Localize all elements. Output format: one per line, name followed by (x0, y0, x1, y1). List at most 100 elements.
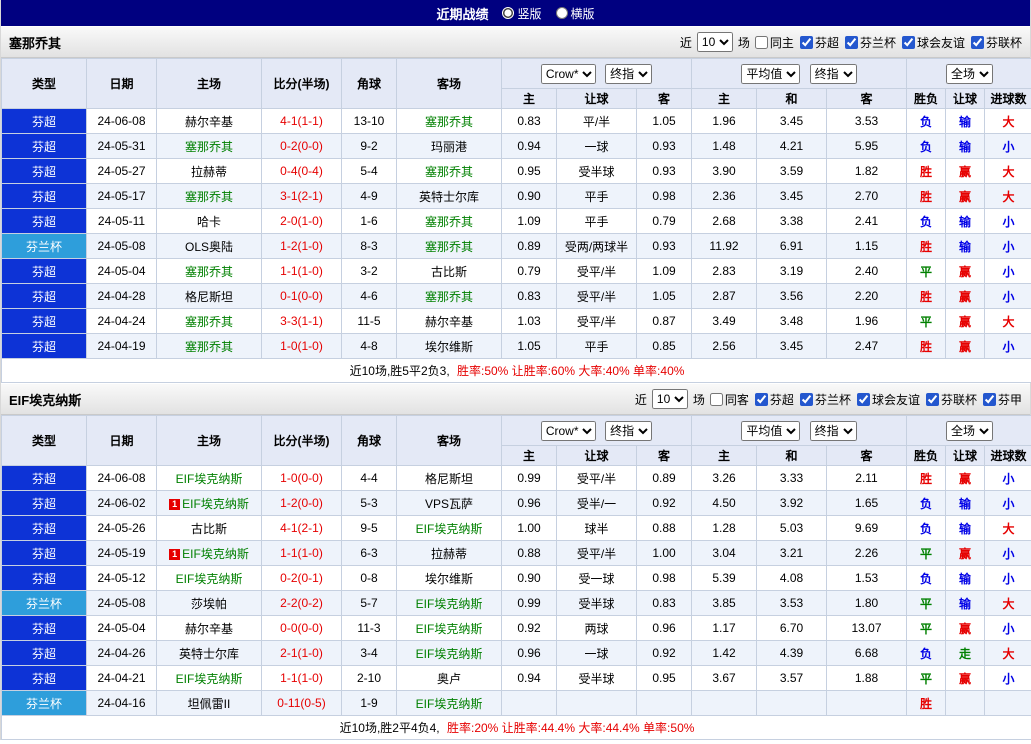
handicap-cell: 受平/半 (556, 258, 637, 284)
recent-count-select[interactable]: 10 (651, 389, 688, 409)
corners-cell: 13-10 (341, 108, 397, 134)
league-type-cell: 芬兰杯 (1, 590, 87, 616)
corners-cell: 3-2 (341, 258, 397, 284)
handicap-cell: 受平/半 (556, 540, 637, 566)
recent-results-page: 近期战绩 竖版 横版 塞那乔其 近 10 场 同主 芬超 芬兰杯 球会友谊 芬联杯 (0, 0, 1031, 740)
layout-option-vertical[interactable]: 竖版 (502, 5, 542, 22)
europe-average-select[interactable]: 平均值 (741, 420, 801, 441)
date-cell: 24-04-24 (86, 308, 157, 334)
result-cell: 胜 (906, 690, 947, 716)
filter-checkbox[interactable] (709, 392, 723, 406)
filter-option[interactable]: 芬超 (754, 391, 794, 408)
europe-home-odds-cell: 2.68 (691, 208, 757, 234)
handicap-result-cell: 赢 (945, 540, 986, 566)
league-type-cell: 芬超 (1, 490, 87, 516)
filter-checkbox[interactable] (754, 392, 768, 406)
odds-company-select[interactable]: Crow* (540, 63, 596, 84)
away-team-cell: EIF埃克纳斯 (396, 615, 502, 641)
filter-checkbox[interactable] (925, 392, 939, 406)
odds-company-select[interactable]: Crow* (540, 420, 596, 441)
full-match-select[interactable]: 全场 (946, 63, 994, 84)
col-away: 客场 (396, 415, 502, 466)
handicap-result-cell: 输 (945, 133, 986, 159)
filter-option[interactable]: 芬超 (799, 34, 839, 51)
goals-result-cell (984, 690, 1031, 716)
filter-option[interactable]: 芬联杯 (970, 34, 1022, 51)
filter-option[interactable]: 芬甲 (982, 391, 1022, 408)
europe-average-select[interactable]: 平均值 (741, 63, 801, 84)
home-team-cell: 塞那乔其 (156, 133, 262, 159)
filter-option[interactable]: 同主 (754, 34, 794, 51)
home-team-cell: 1 EIF埃克纳斯 (156, 540, 262, 566)
filter-checkbox[interactable] (970, 35, 984, 49)
date-cell: 24-04-19 (86, 333, 157, 359)
filter-option[interactable]: 球会友谊 (856, 391, 920, 408)
col-score: 比分(半场) (261, 415, 342, 466)
goals-result-cell: 小 (984, 540, 1031, 566)
europe-draw-odds-cell: 3.45 (756, 108, 827, 134)
col-home: 主场 (156, 58, 262, 109)
filter-checkbox[interactable] (754, 35, 768, 49)
filter-checkbox[interactable] (799, 392, 813, 406)
score-cell: 4-1(1-1) (261, 108, 342, 134)
full-match-select[interactable]: 全场 (946, 420, 994, 441)
match-row: 芬超 24-05-04 塞那乔其 1-1(1-0) 3-2 古比斯 0.79 受平/半 1.09… (1, 258, 1031, 284)
away-team-cell: VPS瓦萨 (396, 490, 502, 516)
asia-away-odds-cell: 0.95 (636, 665, 692, 691)
asia-final-select[interactable]: 终指 (605, 420, 653, 441)
vertical-radio[interactable] (502, 7, 515, 19)
filter-checkbox[interactable] (856, 392, 870, 406)
filter-option[interactable]: 同客 (709, 391, 749, 408)
horizontal-radio[interactable] (555, 7, 568, 19)
recent-count-select[interactable]: 10 (696, 32, 733, 52)
layout-option-horizontal[interactable]: 横版 (555, 5, 595, 22)
europe-home-odds-cell: 3.90 (691, 158, 757, 184)
col-handicap-result: 让球 (945, 445, 986, 466)
filter-option[interactable]: 芬联杯 (925, 391, 977, 408)
away-team-cell: 奥卢 (396, 665, 502, 691)
filter-option[interactable]: 球会友谊 (901, 34, 965, 51)
handicap-cell: 受半球 (556, 590, 637, 616)
asia-final-select[interactable]: 终指 (605, 63, 653, 84)
asia-home-odds-cell: 0.92 (501, 615, 557, 641)
corners-cell: 8-3 (341, 233, 397, 259)
home-team-cell: 塞那乔其 (156, 333, 262, 359)
filter-option[interactable]: 芬兰杯 (799, 391, 851, 408)
corners-cell: 4-8 (341, 333, 397, 359)
europe-draw-odds-cell: 3.45 (756, 183, 827, 209)
corners-cell: 5-3 (341, 490, 397, 516)
result-group: 全场 (906, 58, 1031, 89)
europe-home-odds-cell: 3.04 (691, 540, 757, 566)
summary-stats: 胜率:20% 让胜率:44.4% 大率:44.4% 单率:50% (446, 721, 695, 735)
asia-home-odds-cell: 0.90 (501, 183, 557, 209)
away-team-cell: 塞那乔其 (396, 283, 502, 309)
date-cell: 24-04-16 (86, 690, 157, 716)
col-asia-away: 客 (636, 88, 692, 109)
filter-checkbox[interactable] (901, 35, 915, 49)
europe-final-select[interactable]: 终指 (809, 63, 857, 84)
filter-checkbox[interactable] (982, 392, 996, 406)
home-team-cell: 赫尔辛基 (156, 108, 262, 134)
europe-away-odds-cell: 2.11 (825, 465, 908, 491)
result-cell: 胜 (906, 465, 947, 491)
league-type-cell: 芬超 (1, 308, 87, 334)
handicap-result-cell: 输 (945, 590, 986, 616)
filter-option[interactable]: 芬兰杯 (844, 34, 896, 51)
europe-draw-odds-cell: 3.92 (756, 490, 827, 516)
filter-checkbox[interactable] (799, 35, 813, 49)
filter-label: 芬超 (814, 35, 839, 50)
home-team-cell: EIF埃克纳斯 (156, 565, 262, 591)
filters: 近 10 场 同客 芬超 芬兰杯 球会友谊 芬联杯 芬甲 (635, 389, 1022, 409)
match-row: 芬超 24-05-04 赫尔辛基 0-0(0-0) 11-3 EIF埃克纳斯 0.92 两球 0… (1, 615, 1031, 641)
league-type-cell: 芬超 (1, 108, 87, 134)
filter-checkbox[interactable] (844, 35, 858, 49)
away-team-cell: EIF埃克纳斯 (396, 590, 502, 616)
handicap-cell: 受平/半 (556, 465, 637, 491)
score-cell: 1-1(1-0) (261, 258, 342, 284)
col-europe-home: 主 (691, 88, 757, 109)
goals-result-cell: 大 (984, 108, 1031, 134)
match-row: 芬超 24-06-08 赫尔辛基 4-1(1-1) 13-10 塞那乔其 0.83 平/半 1.… (1, 108, 1031, 134)
europe-final-select[interactable]: 终指 (809, 420, 857, 441)
goals-result-cell: 小 (984, 283, 1031, 309)
col-away: 客场 (396, 58, 502, 109)
